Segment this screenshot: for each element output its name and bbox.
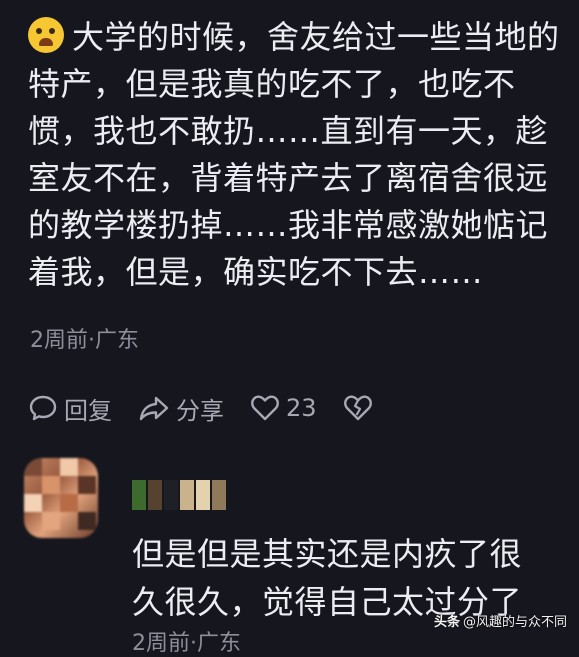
- like-button[interactable]: 23: [250, 393, 317, 423]
- watermark-handle: @风趣的与众不同: [462, 615, 567, 630]
- share-arrow-icon: [139, 396, 169, 421]
- comment-meta: 2周前·广东: [30, 328, 139, 353]
- username-pixel: [212, 480, 226, 510]
- username-pixel: [196, 480, 210, 510]
- avatar-pixel: [78, 512, 96, 530]
- username-pixel: [164, 480, 178, 510]
- like-count: 23: [286, 394, 317, 422]
- avatar-pixel: [60, 458, 78, 476]
- comment-bubble-icon: [29, 395, 57, 421]
- comment-actions: 回复 分享 23: [28, 390, 405, 426]
- username-pixel: [180, 480, 194, 510]
- heart-icon: [251, 395, 279, 421]
- avatar-pixel: [24, 494, 42, 512]
- reply-label: 回复: [64, 396, 112, 425]
- comment-text: 大学的时候，舍友给过一些当地的特产，但是我真的吃不了，也吃不惯，我也不敢扔……直…: [28, 18, 560, 291]
- username-pixel: [132, 480, 146, 510]
- share-label: 分享: [176, 396, 224, 425]
- reply-button[interactable]: 回复: [28, 391, 112, 426]
- reply-meta: 2周前·广东: [132, 631, 241, 656]
- share-button[interactable]: 分享: [138, 391, 224, 426]
- avatar-pixel: [24, 458, 42, 476]
- comment-body: 大学的时候，舍友给过一些当地的特产，但是我真的吃不了，也吃不惯，我也不敢扔……直…: [28, 14, 563, 296]
- avatar-pixel: [60, 494, 78, 512]
- avatar-pixel: [78, 476, 96, 494]
- watermark: 头条 @风趣的与众不同: [434, 611, 567, 630]
- reply-username-blurred[interactable]: [132, 480, 226, 510]
- crying-laughing-emoji-icon: [28, 17, 64, 53]
- username-pixel: [148, 480, 162, 510]
- avatar-pixel: [42, 512, 60, 530]
- avatar[interactable]: [24, 458, 98, 538]
- broken-heart-icon: [343, 395, 372, 421]
- dislike-button[interactable]: [343, 393, 379, 423]
- watermark-brand: 头条: [433, 615, 460, 630]
- avatar-pixel: [42, 476, 60, 494]
